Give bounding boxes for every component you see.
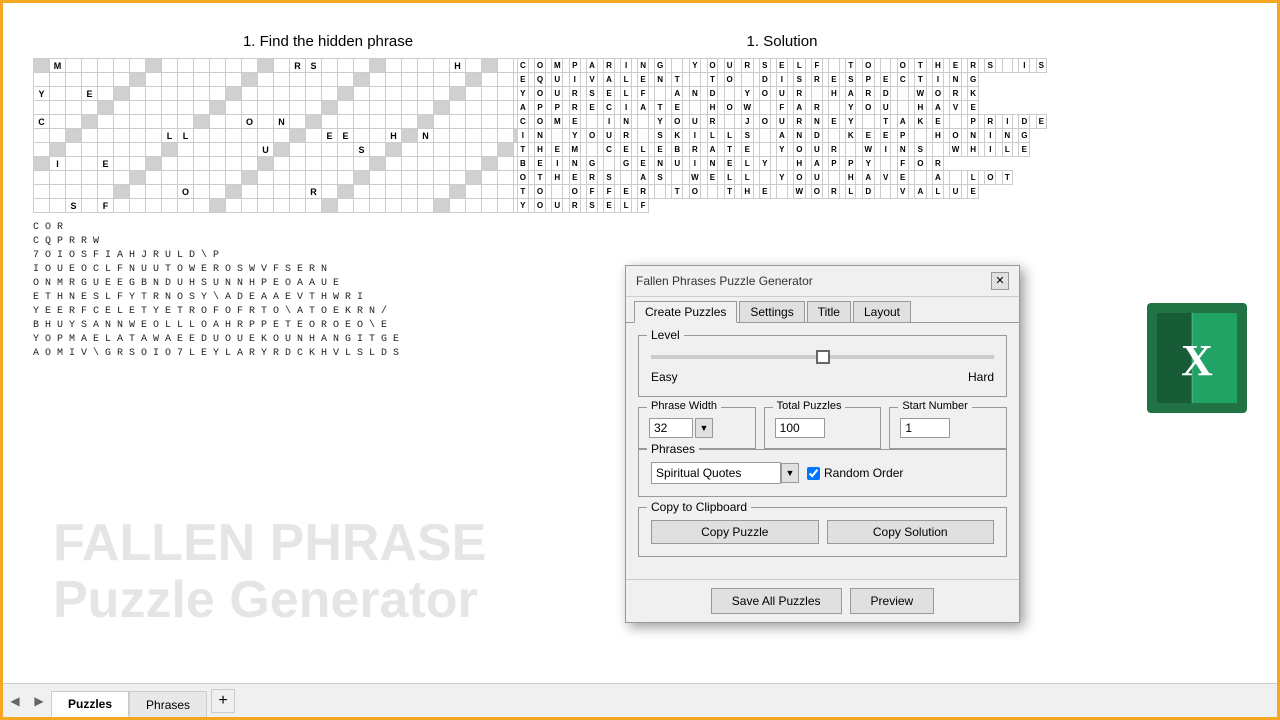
solution-title: 1. Solution [517,33,1047,50]
watermark: FALLEN PHRASE Puzzle Generator [53,515,486,629]
fallen-letter-row: Y O P M A E L A T A W A E E D U O U E K … [33,333,623,347]
solution-section: 1. Solution COMPARINGYOURSELFTOOTHERSISE… [517,33,1047,213]
svg-text:X: X [1181,336,1213,385]
dialog-tabs: Create Puzzles Settings Title Layout [626,297,1019,323]
solution-table: COMPARINGYOURSELFTOOTHERSISEQUIVALENTTOD… [517,58,1047,213]
fallen-letter-row: C O R [33,221,623,235]
dialog-close-button[interactable]: ✕ [991,272,1009,290]
save-all-button[interactable]: Save All Puzzles [711,588,842,614]
phrases-select-wrapper: Spiritual Quotes ▼ [651,462,799,484]
copy-clipboard-group: Copy to Clipboard Copy Puzzle Copy Solut… [638,507,1007,557]
fallen-letter-row: B H U Y S A N N W E O L L L O A H R P P … [33,319,623,333]
copy-buttons: Copy Puzzle Copy Solution [651,520,994,544]
excel-icon: X [1147,303,1247,413]
phrases-group: Phrases Spiritual Quotes ▼ Random Order [638,449,1007,497]
copy-solution-button[interactable]: Copy Solution [827,520,995,544]
tab-title[interactable]: Title [807,301,851,322]
phrase-width-input[interactable] [649,418,693,438]
copy-puzzle-button[interactable]: Copy Puzzle [651,520,819,544]
random-order-text: Random Order [824,466,903,480]
start-number-group: Start Number [889,407,1007,449]
sheet-tab-puzzles[interactable]: Puzzles [51,691,129,717]
dialog-titlebar: Fallen Phrases Puzzle Generator ✕ [626,266,1019,297]
watermark-line1: FALLEN PHRASE [53,515,486,572]
preview-button[interactable]: Preview [850,588,935,614]
phrases-row: Spiritual Quotes ▼ Random Order [651,462,994,484]
sheet-tab-phrases[interactable]: Phrases [129,691,207,717]
fallen-letters: C O RC Q P R R W7 O I O S F I A H J R U … [33,221,623,361]
taskbar: ◀ ▶ Puzzles Phrases + [3,683,1277,717]
fallen-letter-row: Y E E R F C E L E T Y E T R O F O F R T … [33,305,623,319]
main-content: 1. Find the hidden phrase MRSHYECONLLEEH… [3,3,1277,689]
total-puzzles-label: Total Puzzles [773,400,846,412]
level-row: Easy Hard [651,344,994,384]
copy-clipboard-label: Copy to Clipboard [647,500,751,514]
fallen-letter-row: E T H N E S L F Y T R N O S Y \ A D E A … [33,291,623,305]
dialog-footer: Save All Puzzles Preview [626,579,1019,622]
phrases-select-value: Spiritual Quotes [656,466,741,480]
level-label: Level [647,328,684,342]
sheet-tabs: Puzzles Phrases [51,684,207,717]
slider-container [651,344,994,366]
crossword-grid: MRSHYECONLLEEHNUSIEORSF [33,58,546,213]
tab-create-puzzles[interactable]: Create Puzzles [634,301,737,323]
fallen-letter-row: I O U E O C L F N U U T O W E R O S W V … [33,263,623,277]
tab-layout[interactable]: Layout [853,301,911,322]
fallen-letter-row: 7 O I O S F I A H J R U L D \ P [33,249,623,263]
add-sheet-button[interactable]: + [211,689,235,713]
level-easy-label: Easy [651,370,678,384]
phrases-label: Phrases [647,442,699,456]
start-number-input[interactable] [900,418,950,438]
watermark-line2: Puzzle Generator [53,572,486,629]
random-order-checkbox[interactable] [807,467,820,480]
dialog: Fallen Phrases Puzzle Generator ✕ Create… [625,265,1020,623]
phrases-select[interactable]: Spiritual Quotes [651,462,781,484]
random-order-label: Random Order [807,466,903,480]
level-hard-label: Hard [968,370,994,384]
phrase-width-label: Phrase Width [647,400,721,412]
phrase-width-dropdown[interactable]: ▼ [695,418,713,438]
total-puzzles-group: Total Puzzles [764,407,882,449]
level-labels: Easy Hard [651,370,994,384]
phrases-dropdown-arrow[interactable]: ▼ [781,463,799,483]
start-number-label: Start Number [898,400,971,412]
total-puzzles-input[interactable] [775,418,825,438]
solution-grid: COMPARINGYOURSELFTOOTHERSISEQUIVALENTTOD… [517,58,1047,213]
dialog-content: Level Easy Hard Phrase Width [626,323,1019,579]
dialog-title: Fallen Phrases Puzzle Generator [636,274,813,288]
level-group: Level Easy Hard [638,335,1007,397]
fallen-letter-row: O N M R G U E E G B N D U H S U N N H P … [33,277,623,291]
tab-nav-left[interactable]: ◀ [3,684,27,718]
tab-nav-right[interactable]: ▶ [27,684,51,718]
tab-settings[interactable]: Settings [739,301,804,322]
fallen-letter-row: C Q P R R W [33,235,623,249]
phrase-width-input-area: ▼ [649,418,745,438]
level-slider[interactable] [651,355,994,359]
fallen-letter-row: A O M I V \ G R S O I O 7 L E Y L A R Y … [33,347,623,361]
